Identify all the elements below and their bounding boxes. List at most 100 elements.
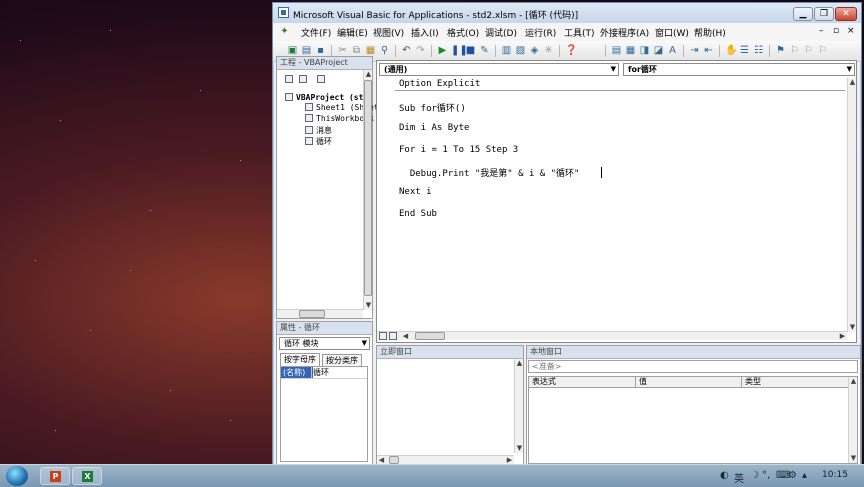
scroll-thumb[interactable]	[415, 332, 445, 340]
immediate-horizontal-scrollbar[interactable]: ◀ ▶	[377, 455, 514, 464]
title-bar[interactable]: Microsoft Visual Basic for Applications …	[273, 3, 861, 23]
tab-alphabetic[interactable]: 按字母序	[280, 353, 320, 366]
close-immediate-icon[interactable]	[511, 346, 522, 357]
ime-indicator[interactable]: 英	[734, 470, 744, 485]
next-bookmark-icon[interactable]: ⚐	[789, 45, 800, 56]
menu-format[interactable]: 格式(O)	[447, 26, 479, 39]
menu-addins[interactable]: 外接程序(A)	[600, 26, 649, 39]
code-editor[interactable]: Option Explicit Sub for循环() Dim i As Byt…	[379, 78, 845, 328]
procedure-select[interactable]: for循环 ▼	[623, 63, 855, 76]
redo-icon[interactable]: ↷	[415, 45, 426, 56]
scroll-down-icon[interactable]: ▼	[364, 301, 373, 310]
project-horizontal-scrollbar[interactable]	[277, 309, 363, 318]
close-properties-icon[interactable]	[360, 322, 371, 333]
close-button[interactable]: ✕	[835, 7, 857, 21]
inner-minimize-button[interactable]: –	[819, 26, 824, 36]
locals-vertical-scrollbar[interactable]: ▲ ▼	[848, 377, 857, 463]
excel-view-icon[interactable]: ▣	[287, 45, 298, 56]
vba-icon[interactable]: ✦	[279, 26, 290, 37]
scroll-down-icon[interactable]: ▼	[849, 454, 858, 463]
column-header-expression[interactable]: 表达式	[529, 377, 636, 388]
scroll-down-icon[interactable]: ▼	[515, 444, 524, 453]
menu-tools[interactable]: 工具(T)	[564, 26, 595, 39]
code-horizontal-scrollbar[interactable]: ◀ ▶	[377, 331, 847, 340]
scroll-right-icon[interactable]: ▶	[838, 332, 847, 341]
reset-icon[interactable]: ■	[465, 45, 476, 56]
scroll-thumb[interactable]	[299, 310, 325, 318]
inner-restore-button[interactable]: ▫	[833, 26, 839, 36]
toggle-folders-icon[interactable]	[317, 75, 325, 83]
scroll-up-icon[interactable]: ▲	[515, 359, 524, 368]
code-vertical-scrollbar[interactable]: ▲ ▼	[847, 78, 856, 332]
complete-word-icon[interactable]: A	[667, 45, 678, 56]
menu-view[interactable]: 视图(V)	[373, 26, 404, 39]
procedure-view-icon[interactable]	[379, 332, 387, 340]
save-icon[interactable]: ▪	[315, 45, 326, 56]
close-locals-icon[interactable]	[848, 346, 859, 357]
tree-item-module-xiaoxi[interactable]: 消息	[305, 125, 332, 136]
object-browser-icon[interactable]: ◈	[529, 45, 540, 56]
ime-settings-icon[interactable]: ⚙	[788, 470, 797, 481]
undo-icon[interactable]: ↶	[401, 45, 412, 56]
view-object-icon[interactable]	[299, 75, 307, 83]
clear-bookmarks-icon[interactable]: ⚐	[817, 45, 828, 56]
taskbar-excel[interactable]: X	[72, 467, 102, 485]
run-icon[interactable]: ▶	[437, 45, 448, 56]
properties-icon[interactable]: ▧	[515, 45, 526, 56]
project-explorer-icon[interactable]: ▥	[501, 45, 512, 56]
object-select[interactable]: (通用) ▼	[379, 63, 619, 76]
ime-moon-icon[interactable]: ☽	[750, 470, 759, 481]
design-mode-icon[interactable]: ✎	[479, 45, 490, 56]
show-hidden-icons-icon[interactable]: ▴	[802, 470, 807, 481]
help-icon[interactable]: ❓	[565, 45, 577, 56]
tree-item-module-xunhuan[interactable]: 循环	[305, 136, 332, 147]
tree-root-vbaproject[interactable]: VBAProject (st	[285, 93, 363, 102]
scroll-thumb[interactable]	[364, 80, 372, 296]
comment-block-icon[interactable]: ☰	[739, 45, 750, 56]
immediate-vertical-scrollbar[interactable]: ▲ ▼	[514, 359, 523, 453]
quick-info-icon[interactable]: ◨	[639, 45, 650, 56]
scroll-left-icon[interactable]: ◀	[401, 332, 410, 341]
cut-icon[interactable]: ✂	[337, 45, 348, 56]
menu-edit[interactable]: 编辑(E)	[337, 26, 368, 39]
toolbox-icon[interactable]: ✳	[543, 45, 554, 56]
menu-insert[interactable]: 插入(I)	[411, 26, 439, 39]
property-value-cell[interactable]: 循环	[313, 367, 329, 378]
scroll-up-icon[interactable]: ▲	[849, 377, 858, 386]
close-project-explorer-icon[interactable]	[360, 57, 371, 68]
column-header-type[interactable]: 类型	[742, 377, 849, 388]
property-name-cell[interactable]: (名称)	[281, 367, 313, 378]
ime-punctuation-icon[interactable]: °,	[762, 470, 770, 481]
insert-module-icon[interactable]: ▤	[301, 45, 312, 56]
uncomment-block-icon[interactable]: ☷	[753, 45, 764, 56]
parameter-info-icon[interactable]: ◪	[653, 45, 664, 56]
restore-button[interactable]: ❐	[814, 7, 834, 21]
list-constants-icon[interactable]: ▦	[625, 45, 636, 56]
project-vertical-scrollbar[interactable]: ▲ ▼	[363, 70, 372, 310]
toggle-bookmark-icon[interactable]: ⚑	[775, 45, 786, 56]
menu-window[interactable]: 窗口(W)	[655, 26, 689, 39]
column-header-value[interactable]: 值	[636, 377, 742, 388]
inner-close-button[interactable]: ×	[847, 26, 855, 36]
minimize-button[interactable]: ▁	[793, 7, 813, 21]
menu-help[interactable]: 帮助(H)	[694, 26, 726, 39]
menu-run[interactable]: 运行(R)	[525, 26, 556, 39]
immediate-input[interactable]	[377, 359, 514, 451]
menu-debug[interactable]: 调试(D)	[485, 26, 517, 39]
previous-bookmark-icon[interactable]: ⚐	[803, 45, 814, 56]
view-code-icon[interactable]	[285, 75, 293, 83]
start-button[interactable]	[6, 466, 28, 486]
find-icon[interactable]: ⚲	[379, 45, 390, 56]
vba-app-icon[interactable]	[278, 7, 289, 18]
tab-categorized[interactable]: 按分类序	[322, 354, 362, 366]
list-properties-icon[interactable]: ▤	[611, 45, 622, 56]
outdent-icon[interactable]: ⇤	[703, 45, 714, 56]
paste-icon[interactable]: ▦	[365, 45, 376, 56]
scroll-up-icon[interactable]: ▲	[364, 70, 373, 79]
scroll-thumb[interactable]	[389, 456, 399, 464]
scroll-up-icon[interactable]: ▲	[848, 78, 857, 87]
full-module-view-icon[interactable]	[389, 332, 397, 340]
properties-object-select[interactable]: 循环 模块 ▼	[279, 337, 370, 350]
indent-icon[interactable]: ⇥	[689, 45, 700, 56]
scroll-down-icon[interactable]: ▼	[848, 323, 857, 332]
